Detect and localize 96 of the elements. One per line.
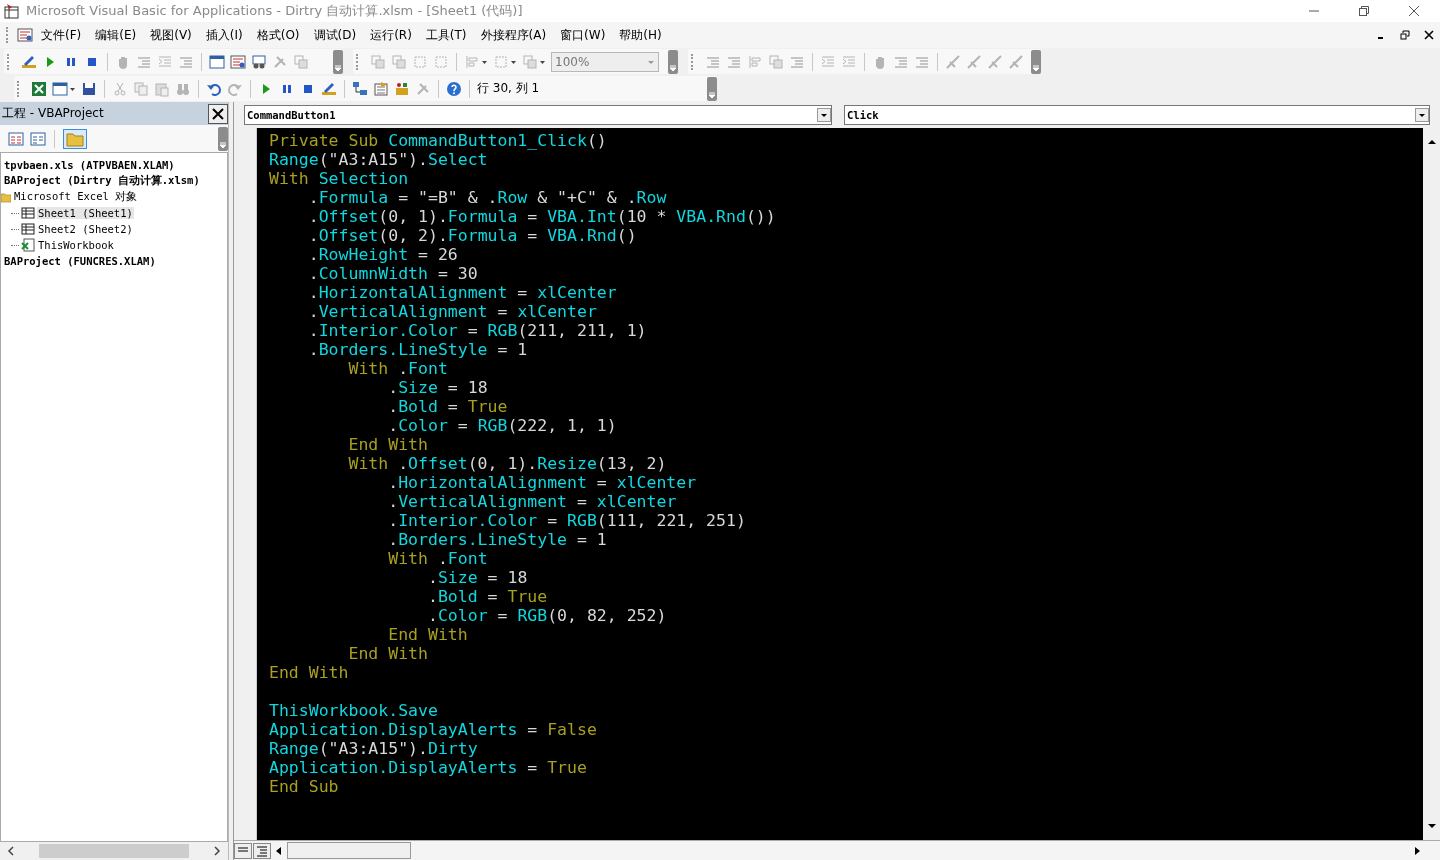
code-line: .Borders.LineStyle = 1 — [387, 530, 608, 549]
menu-item[interactable]: 运行(R) — [364, 26, 418, 44]
toolbox-icon[interactable] — [394, 80, 410, 97]
code-line: ThisWorkbook.Save — [269, 701, 439, 720]
code-line: With .Font — [347, 359, 449, 378]
toolbar-options-icon[interactable] — [707, 76, 717, 101]
code-line: .Offset(0, 2).Formula = VBA.Rnd() — [307, 226, 638, 245]
project-tree-icon[interactable] — [352, 80, 368, 97]
code-line: .Formula = "=B" & .Row & "+C" & .Row — [307, 188, 668, 207]
menu-item[interactable]: 帮助(H) — [613, 26, 668, 44]
code-line: .ColumnWidth = 30 — [307, 264, 479, 283]
toggle-folders-button[interactable] — [63, 128, 87, 149]
scrollbar-thumb[interactable] — [39, 844, 189, 858]
caret-icon[interactable] — [817, 108, 831, 122]
help-icon[interactable] — [446, 80, 462, 97]
full-module-view-icon[interactable] — [253, 842, 271, 859]
tree-item[interactable]: tpvbaen.xls (ATPVBAEN.XLAM) — [3, 159, 176, 171]
pane-title: 工程 - VBAProject — [2, 105, 104, 122]
menu-item[interactable]: 插入(I) — [199, 26, 249, 44]
code-line: End With — [269, 663, 350, 682]
zoom-dropdown[interactable]: 100% — [551, 51, 659, 72]
sheet-icon — [21, 223, 35, 235]
code-editor[interactable] — [257, 128, 1423, 840]
view-code-icon[interactable] — [8, 130, 24, 147]
code-line: .Interior.Color = RGB(211, 211, 1) — [307, 321, 648, 340]
code-line: Range("A3:A15").Select — [269, 150, 489, 169]
code-line: .Borders.LineStyle = 1 — [307, 340, 529, 359]
window-title: Microsoft Visual Basic for Applications - Dirtry 自动计算.xlsm - [Sheet1 (代码)] — [26, 2, 523, 20]
code-line: .Offset(0, 1).Formula = VBA.Int(10 * VBA.Rnd()) — [307, 207, 777, 226]
close-icon[interactable] — [1408, 5, 1420, 17]
code-line: End With — [387, 625, 469, 644]
code-line: Range("A3:A15").Dirty — [269, 739, 479, 758]
restore-icon[interactable] — [1400, 30, 1410, 40]
code-line: End With — [347, 644, 429, 663]
form-icon[interactable] — [251, 53, 267, 70]
code-line: Application.DisplayAlerts = True — [269, 758, 588, 777]
cursor-position: 行 30, 列 1 — [477, 80, 540, 97]
code-line: Application.DisplayAlerts = False — [269, 720, 598, 739]
tree-item[interactable]: ThisWorkbook — [37, 239, 115, 251]
app-icon — [4, 3, 20, 19]
vba-icon[interactable] — [230, 53, 246, 70]
code-line: .Bold = True — [426, 587, 549, 606]
cut-icon[interactable] — [112, 80, 128, 97]
menu-item[interactable]: 工具(T) — [419, 26, 473, 44]
close-button[interactable] — [208, 103, 228, 124]
toolbar-options-icon[interactable] — [333, 49, 343, 74]
code-line: .Color = RGB(222, 1, 1) — [387, 416, 618, 435]
code-line: .HorizontalAlignment = xlCenter — [307, 283, 618, 302]
sheet-icon — [21, 207, 35, 219]
menu-item[interactable]: 外接程序(A) — [474, 26, 553, 44]
excel-icon[interactable] — [31, 80, 47, 97]
window-icon[interactable] — [52, 80, 68, 97]
caret-icon[interactable] — [1415, 108, 1429, 122]
toolbar-options-icon[interactable] — [1031, 49, 1041, 74]
code-line: End With — [347, 435, 429, 454]
close-icon[interactable] — [1424, 30, 1434, 40]
properties-icon[interactable] — [373, 80, 389, 97]
code-line: With Selection — [269, 169, 410, 188]
code-line: .Size = 18 — [426, 568, 529, 587]
save-icon[interactable] — [81, 80, 97, 97]
code-line: End Sub — [269, 777, 340, 796]
code-line: .HorizontalAlignment = xlCenter — [387, 473, 698, 492]
menu-item[interactable]: 文件(F) — [35, 26, 88, 44]
menu-item[interactable]: 格式(O) — [250, 26, 306, 44]
menu-item[interactable]: 窗口(W) — [554, 26, 612, 44]
procedure-dropdown[interactable]: Click — [844, 105, 1430, 125]
toolbar-options-icon[interactable] — [668, 49, 678, 74]
vba-icon[interactable] — [17, 27, 33, 43]
ruler-pencil-icon[interactable] — [21, 53, 37, 70]
menu-item[interactable]: 调试(D) — [307, 26, 363, 44]
restore-icon[interactable] — [1358, 5, 1370, 17]
tree-item[interactable]: Sheet2 (Sheet2) — [37, 223, 134, 235]
code-line: .Color = RGB(0, 82, 252) — [426, 606, 668, 625]
code-line: .Interior.Color = RGB(111, 221, 251) — [387, 511, 747, 530]
code-line: Private Sub CommandButton1_Click() — [269, 131, 608, 150]
code-line: .Size = 18 — [387, 378, 489, 397]
ruler-pencil-icon[interactable] — [321, 80, 337, 97]
folder-icon — [1, 191, 11, 203]
tree-item[interactable]: Microsoft Excel 对象 — [13, 190, 139, 204]
object-dropdown[interactable]: CommandButton1 — [244, 105, 832, 125]
tree-item[interactable]: BAProject (FUNCRES.XLAM) — [3, 255, 157, 267]
window-icon[interactable] — [209, 53, 225, 70]
tree-item[interactable]: Sheet1 (Sheet1) — [37, 207, 134, 219]
code-line: .Bold = True — [387, 397, 509, 416]
view-object-icon[interactable] — [30, 130, 46, 147]
scrollbar-thumb[interactable] — [287, 842, 411, 859]
menu-item[interactable]: 编辑(E) — [89, 26, 143, 44]
code-line: .VerticalAlignment = xlCenter — [387, 492, 678, 511]
code-line: .RowHeight = 26 — [307, 245, 459, 264]
menu-item[interactable]: 视图(V) — [144, 26, 198, 44]
code-line: With .Font — [387, 549, 489, 568]
procedure-view-icon[interactable] — [234, 842, 252, 859]
workbook-icon — [21, 238, 35, 252]
code-line: .VerticalAlignment = xlCenter — [307, 302, 598, 321]
tree-item[interactable]: BAProject (Dirtry 自动计算.xlsm) — [3, 174, 201, 188]
code-line: With .Offset(0, 1).Resize(13, 2) — [347, 454, 668, 473]
